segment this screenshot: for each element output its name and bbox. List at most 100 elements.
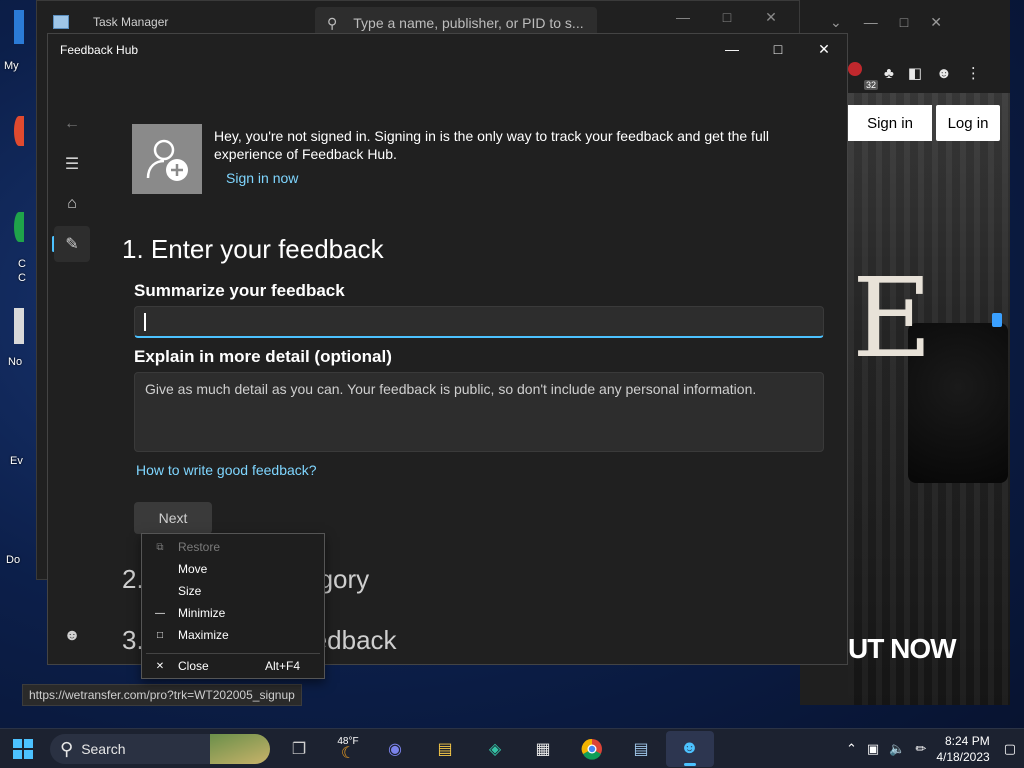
weather-widget[interactable]: 48°F ☾	[330, 735, 366, 763]
hamburger-icon: ☰	[64, 156, 80, 173]
menu-item-size[interactable]: Size	[142, 580, 324, 602]
log-in-button[interactable]: Log in	[936, 105, 1000, 141]
clock[interactable]: 8:24 PM 4/18/2023	[936, 733, 993, 765]
feedback-hub-taskbar-button[interactable]: ☻	[666, 731, 714, 767]
store-button[interactable]: ▦	[528, 735, 558, 763]
signin-message: Hey, you're not signed in. Signing in is…	[214, 128, 769, 162]
task-view-button[interactable]: ❐	[284, 735, 314, 763]
puzzle-icon[interactable]: ♣	[884, 65, 894, 82]
menu-item-label: Maximize	[178, 628, 229, 642]
close-icon[interactable]: ✕	[930, 14, 942, 31]
desktop-icon[interactable]	[14, 212, 24, 242]
clock-date: 4/18/2023	[936, 750, 990, 764]
menu-item-label: Size	[178, 584, 202, 598]
desktop-icon-label: Do	[6, 554, 21, 566]
sign-in-button[interactable]: Sign in	[848, 105, 932, 141]
detail-textarea[interactable]	[134, 372, 824, 452]
maximize-icon[interactable]: □	[709, 5, 745, 29]
network-icon[interactable]: ▣	[867, 741, 879, 757]
text-caret	[144, 313, 146, 331]
home-icon: ⌂	[67, 195, 77, 212]
window-context-menu: ⧉ Restore Move Size — Minimize □ Maximiz…	[141, 533, 325, 679]
taskbar: ⚲ Search ❐ 48°F ☾ ◉ ▤ ◈ ▦ ▤ ☻ ⌃ ▣ 🔈 ✏ 8:…	[0, 728, 1024, 768]
back-button[interactable]: ←	[54, 106, 90, 142]
navigation-rail: ← ☰ ⌂ ✎ ☻ ⚙	[48, 70, 96, 664]
nav-home[interactable]: ⌂	[54, 186, 90, 222]
more-menu-icon[interactable]: ⋮	[966, 64, 981, 82]
chat-icon: ◉	[388, 741, 402, 758]
chrome-icon	[581, 738, 602, 760]
menu-item-minimize[interactable]: — Minimize	[142, 602, 324, 624]
feedback-hub-icon: ☻	[680, 737, 699, 757]
taskbar-search[interactable]: ⚲ Search	[50, 734, 270, 764]
menu-item-label: Close	[178, 659, 209, 673]
menu-item-close[interactable]: ✕ Close Alt+F4	[142, 655, 324, 677]
windows-icon	[13, 739, 33, 759]
desktop-icon[interactable]	[14, 116, 24, 146]
start-button[interactable]	[8, 735, 38, 763]
minimize-icon[interactable]: —	[665, 5, 701, 29]
extension-badge-icon[interactable]: 32	[848, 62, 878, 90]
back-arrow-icon: ←	[64, 115, 80, 132]
edge-button[interactable]: ◈	[480, 735, 510, 763]
system-tray: ⌃ ▣ 🔈 ✏ 8:24 PM 4/18/2023 ▢	[846, 729, 1024, 768]
profile-icon[interactable]: ☻	[936, 65, 952, 82]
desktop-icon-label: My	[4, 60, 19, 72]
sign-in-now-link[interactable]: Sign in now	[226, 170, 298, 186]
step1-heading: 1. Enter your feedback	[122, 234, 384, 264]
chevron-up-icon[interactable]: ⌃	[846, 741, 857, 757]
hero-letter: E	[852, 254, 933, 382]
menu-separator	[146, 653, 320, 654]
camera-light	[992, 313, 1002, 327]
sidebar-icon[interactable]: ◧	[908, 64, 922, 82]
desktop-icon-label: C	[18, 272, 26, 284]
store-icon: ▦	[535, 741, 551, 758]
menu-item-move[interactable]: Move	[142, 558, 324, 580]
nav-feedback[interactable]: ✎	[54, 226, 90, 262]
desktop-icon[interactable]	[14, 308, 24, 344]
chevron-down-icon[interactable]: ⌄	[830, 14, 842, 31]
maximize-icon[interactable]: □	[900, 14, 908, 31]
chrome-button[interactable]	[577, 735, 607, 763]
close-icon: ✕	[155, 660, 165, 672]
edge-icon: ◈	[488, 741, 502, 758]
pen-icon[interactable]: ✏	[915, 741, 926, 757]
summary-label: Summarize your feedback	[134, 281, 345, 300]
browser-page: Sign in Log in E UT NOW	[848, 93, 1010, 705]
status-url: https://wetransfer.com/pro?trk=WT202005_…	[22, 684, 302, 706]
desktop-icons: My C C No Ev Do	[0, 0, 26, 720]
menu-item-restore[interactable]: ⧉ Restore	[142, 536, 324, 558]
add-user-icon: ☻	[63, 627, 81, 644]
file-explorer-button[interactable]: ▤	[430, 735, 460, 763]
menu-button[interactable]: ☰	[54, 146, 90, 182]
minimize-icon[interactable]: —	[864, 14, 878, 31]
search-icon: ⚲	[327, 14, 338, 31]
menu-item-maximize[interactable]: □ Maximize	[142, 624, 324, 646]
desktop-icon[interactable]	[14, 10, 24, 44]
next-button[interactable]: Next	[134, 502, 212, 534]
activity-monitor-icon: ▤	[633, 741, 649, 758]
add-user-icon	[146, 139, 188, 181]
desktop-icon-label: C	[18, 258, 26, 270]
task-manager-button[interactable]: ▤	[626, 735, 656, 763]
feedback-help-link[interactable]: How to write good feedback?	[136, 462, 317, 478]
desktop-icon-label: No	[8, 356, 23, 368]
nav-account[interactable]: ☻	[54, 618, 90, 654]
folder-icon: ▤	[437, 741, 453, 758]
minimize-icon: —	[155, 607, 165, 619]
teams-button[interactable]: ◉	[380, 735, 410, 763]
task-manager-icon	[53, 15, 69, 29]
summary-input[interactable]	[134, 306, 824, 338]
volume-icon[interactable]: 🔈	[889, 741, 905, 757]
clock-time: 8:24 PM	[945, 734, 990, 748]
notification-icon[interactable]: ▢	[1004, 741, 1016, 757]
maximize-icon: □	[156, 629, 164, 641]
extension-badge-count: 32	[863, 80, 878, 90]
close-shortcut: Alt+F4	[264, 659, 300, 673]
taskbar-search-label: Search	[81, 741, 126, 757]
search-icon: ⚲	[60, 738, 74, 759]
nav-settings[interactable]: ⚙	[54, 658, 90, 664]
task-manager-title: Task Manager	[93, 15, 169, 29]
close-icon[interactable]: ✕	[753, 5, 789, 29]
search-highlight-image	[210, 734, 270, 764]
